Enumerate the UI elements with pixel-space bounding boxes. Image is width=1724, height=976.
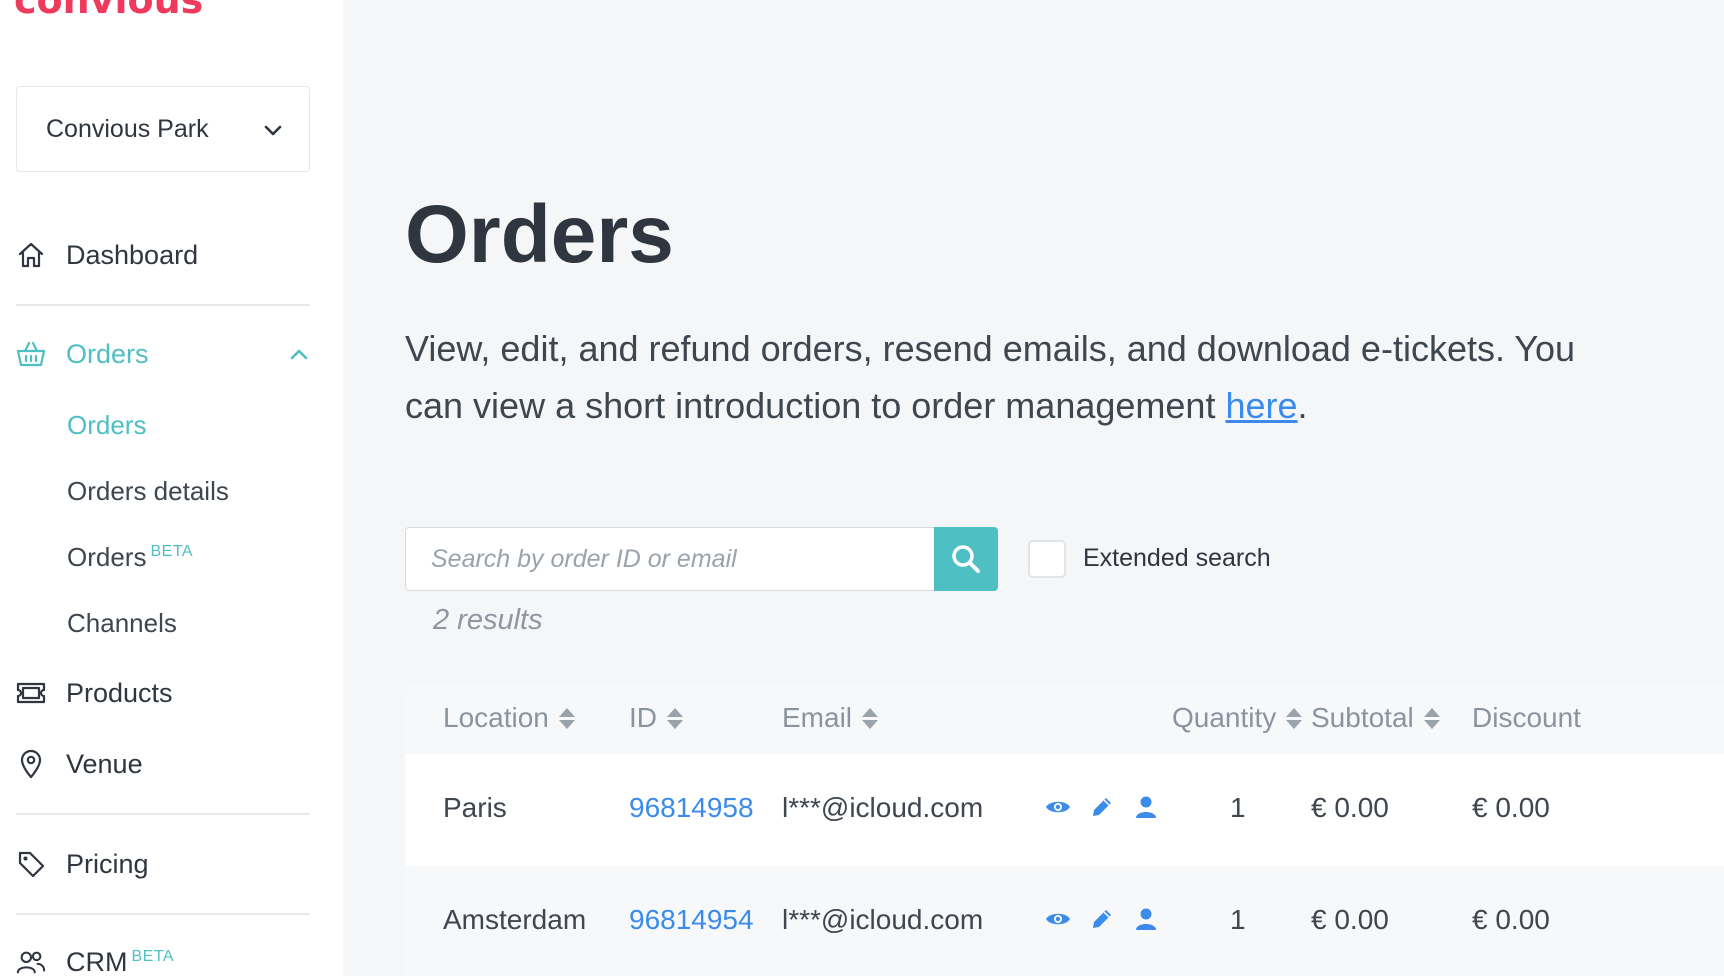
beta-badge: BETA — [131, 947, 175, 965]
sidebar-subitem-channels[interactable]: Channels — [67, 608, 177, 639]
home-icon — [16, 240, 46, 270]
column-header-email[interactable]: Email — [782, 702, 879, 734]
divider — [16, 304, 310, 306]
column-label: Email — [782, 702, 853, 733]
sidebar-subitem-orders-beta[interactable]: Orders BETA — [67, 542, 193, 573]
extended-search-checkbox[interactable] — [1028, 540, 1066, 578]
row-actions — [1045, 906, 1159, 932]
beta-badge: BETA — [150, 543, 194, 561]
cell-email: l***@icloud.com — [782, 904, 984, 935]
column-label: Quantity — [1172, 702, 1277, 733]
tag-icon — [16, 849, 46, 879]
sidebar-subitem-orders-details[interactable]: Orders details — [67, 476, 229, 507]
order-id-link[interactable]: 96814954 — [629, 904, 754, 936]
cell-discount: € 0.00 — [1472, 904, 1550, 935]
order-id-link[interactable]: 96814958 — [629, 792, 754, 824]
chevron-down-icon — [264, 125, 282, 136]
user-icon[interactable] — [1133, 906, 1159, 932]
sidebar: convious Convious Park Dashboard Orders … — [0, 0, 343, 976]
search-input[interactable] — [405, 527, 934, 591]
divider — [16, 913, 310, 915]
column-header-id[interactable]: ID — [629, 702, 683, 734]
sidebar-item-products[interactable]: Products — [16, 671, 310, 715]
column-label: Subtotal — [1311, 702, 1414, 733]
column-header-quantity[interactable]: Quantity — [1172, 702, 1303, 734]
convious-logo[interactable]: convious — [14, 0, 203, 22]
orders-table: Location ID Email Quantity Subtotal Disc… — [405, 684, 1724, 976]
page-title: Orders — [405, 189, 674, 280]
column-label: Location — [443, 702, 549, 733]
column-header-location[interactable]: Location — [443, 702, 575, 734]
cell-subtotal: € 0.00 — [1311, 904, 1389, 935]
sidebar-item-venue[interactable]: Venue — [16, 742, 310, 786]
eye-icon[interactable] — [1045, 906, 1071, 932]
crm-label: CRM — [66, 946, 128, 976]
table-row[interactable]: Amsterdam 96814954 l***@icloud.com 1 € 0… — [405, 866, 1724, 976]
sidebar-item-label: Dashboard — [66, 239, 199, 270]
column-label: Discount — [1472, 702, 1581, 733]
sidebar-item-label: Venue — [66, 748, 143, 779]
sidebar-subitem-orders[interactable]: Orders — [67, 410, 146, 441]
search-icon — [952, 545, 980, 573]
sidebar-item-orders[interactable]: Orders — [16, 332, 310, 376]
results-count: 2 results — [433, 604, 543, 636]
sidebar-item-crm[interactable]: CRM BETA — [16, 940, 310, 976]
sort-icon — [558, 706, 575, 730]
extended-search-label[interactable]: Extended search — [1083, 544, 1271, 573]
column-label: ID — [629, 702, 657, 733]
sidebar-item-label: Orders — [66, 338, 149, 369]
sort-icon — [667, 706, 683, 730]
cell-subtotal: € 0.00 — [1311, 792, 1389, 823]
table-row[interactable]: Paris 96814958 l***@icloud.com 1 € 0.00 … — [405, 754, 1724, 866]
cell-quantity: 1 — [1230, 904, 1246, 935]
cell-location: Paris — [443, 792, 507, 823]
sidebar-subitem-label: Orders — [67, 542, 147, 572]
row-actions — [1045, 794, 1159, 820]
sort-icon — [862, 706, 879, 730]
park-select-value: Convious Park — [46, 114, 209, 143]
map-pin-icon — [16, 749, 46, 779]
search-bar — [405, 527, 998, 591]
intro-link[interactable]: here — [1225, 385, 1297, 426]
sidebar-item-pricing[interactable]: Pricing — [16, 842, 310, 886]
table-header: Location ID Email Quantity Subtotal Disc… — [405, 684, 1724, 754]
intro-body: View, edit, and refund orders, resend em… — [405, 328, 1576, 426]
users-icon — [16, 947, 46, 976]
chevron-up-icon[interactable] — [288, 343, 310, 365]
cell-discount: € 0.00 — [1472, 792, 1550, 823]
column-header-subtotal[interactable]: Subtotal — [1311, 702, 1440, 734]
cell-email: l***@icloud.com — [782, 792, 984, 823]
basket-icon — [16, 339, 46, 369]
sidebar-item-dashboard[interactable]: Dashboard — [16, 233, 310, 277]
pencil-icon[interactable] — [1089, 794, 1115, 820]
main-content: Orders View, edit, and refund orders, re… — [343, 0, 1724, 976]
cell-quantity: 1 — [1230, 792, 1246, 823]
sort-icon — [1423, 706, 1440, 730]
park-select[interactable]: Convious Park — [16, 86, 310, 172]
intro-end: . — [1297, 385, 1308, 426]
search-button[interactable] — [934, 527, 998, 591]
cell-location: Amsterdam — [443, 904, 587, 935]
eye-icon[interactable] — [1045, 794, 1071, 820]
ticket-icon — [16, 678, 46, 708]
sidebar-item-label: Pricing — [66, 848, 149, 879]
intro-text: View, edit, and refund orders, resend em… — [405, 320, 1635, 434]
sort-icon — [1286, 706, 1303, 730]
user-icon[interactable] — [1133, 794, 1159, 820]
pencil-icon[interactable] — [1089, 906, 1115, 932]
column-header-discount[interactable]: Discount — [1472, 702, 1581, 734]
sidebar-item-label: CRM BETA — [66, 947, 174, 976]
sidebar-item-label: Products — [66, 677, 173, 708]
divider — [16, 813, 310, 815]
